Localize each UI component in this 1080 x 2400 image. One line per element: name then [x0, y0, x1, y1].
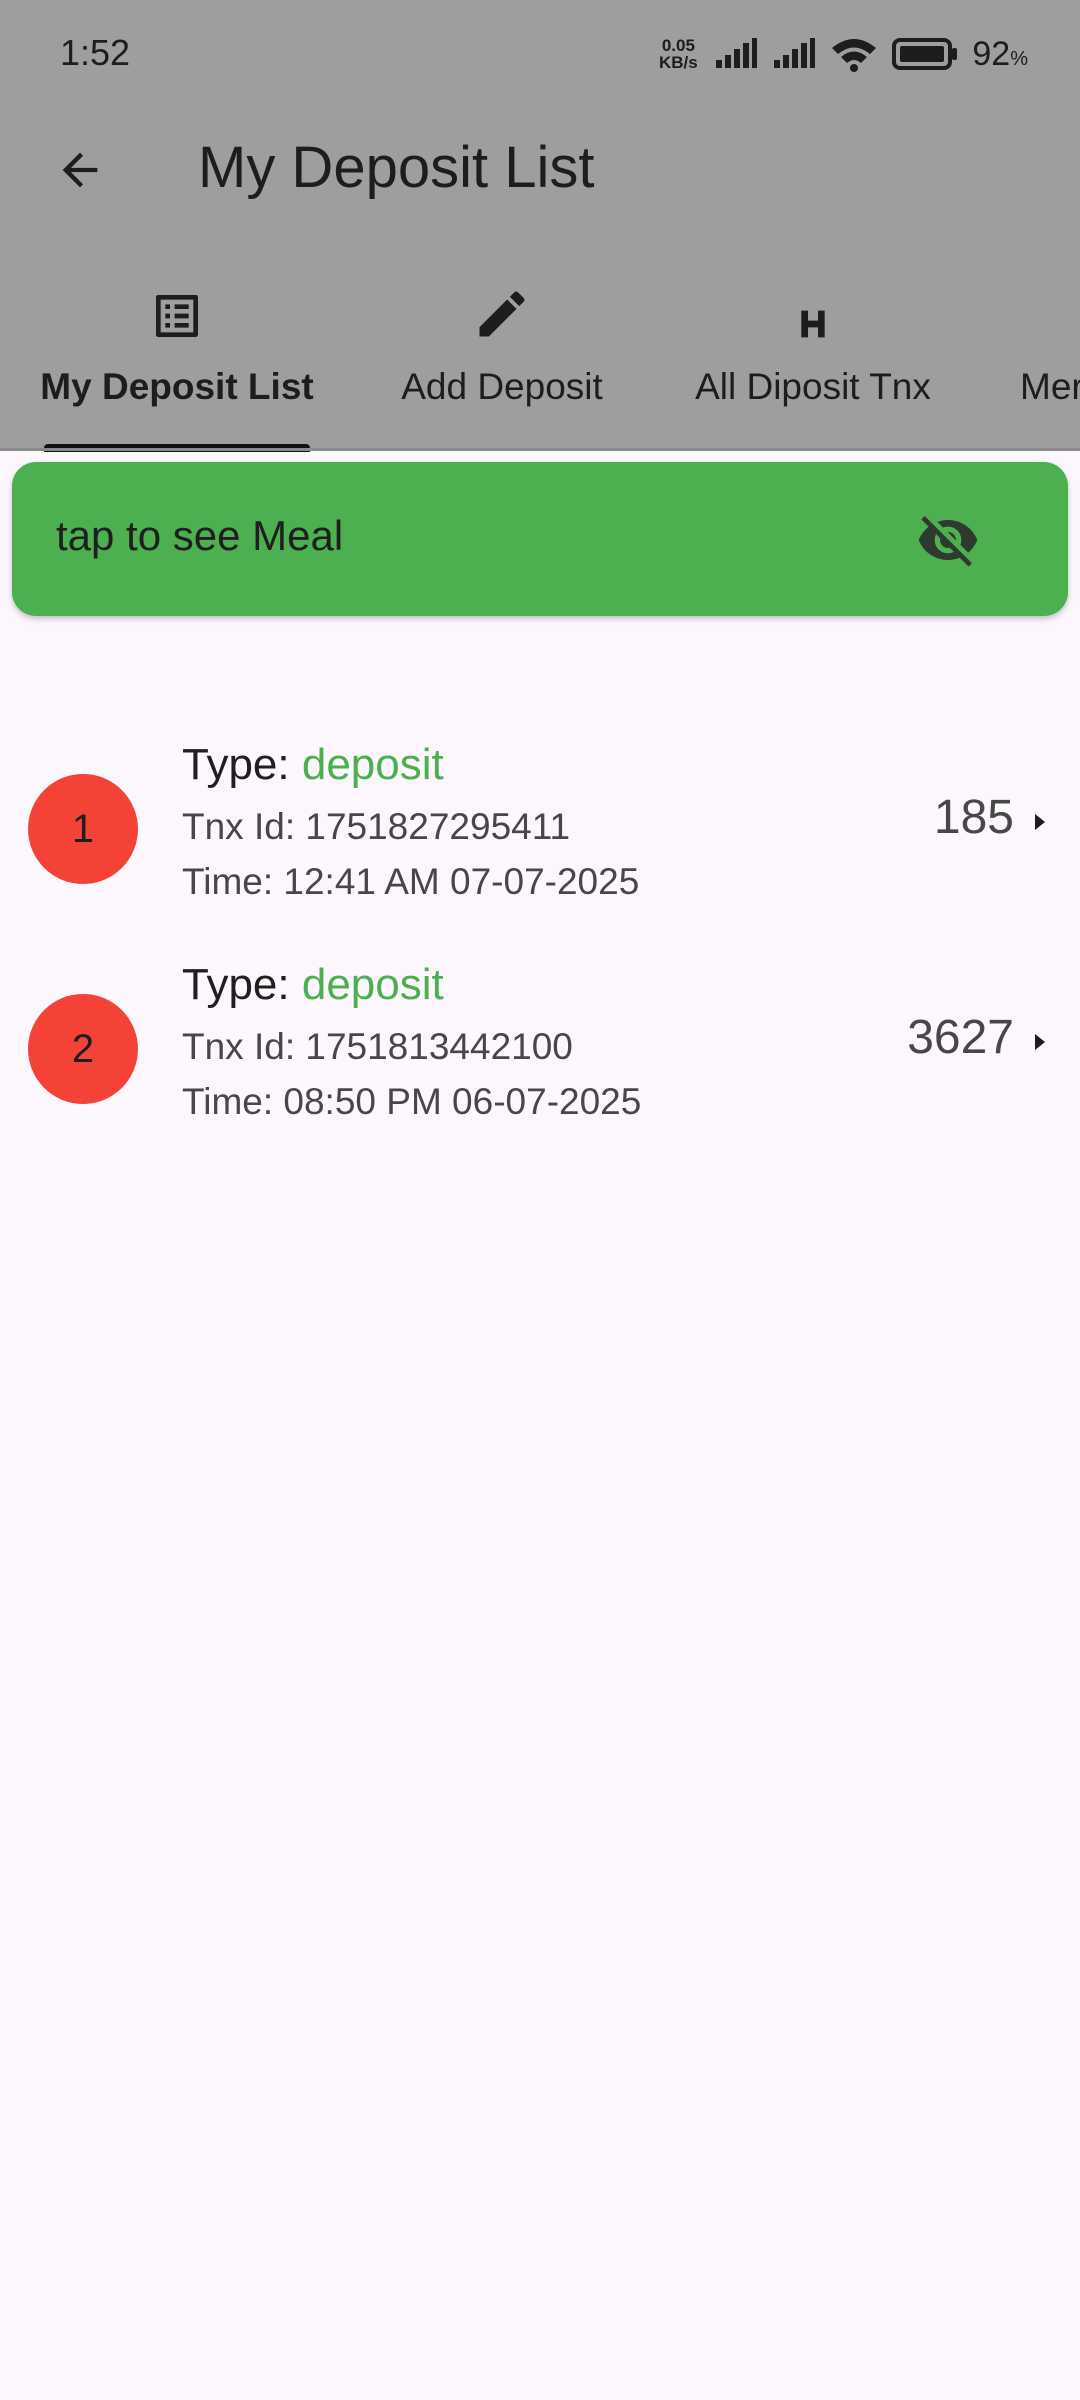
tab-my-deposit-list[interactable]: My Deposit List — [40, 280, 314, 450]
battery-percent: 92% — [972, 34, 1028, 73]
tab-label: Mer — [1020, 366, 1080, 407]
tab-all-deposit-tnx[interactable]: All Diposit Tnx — [688, 280, 938, 450]
arrow-right-icon — [1028, 1026, 1052, 1058]
item-tnx-id: Tnx Id: 1751827295411 — [182, 806, 571, 847]
index-avatar: 2 — [28, 994, 138, 1104]
tab-label: All Diposit Tnx — [695, 366, 931, 407]
h-icon — [801, 310, 825, 338]
signal-icon-2 — [772, 38, 816, 70]
network-speed-unit: KB/s — [659, 53, 698, 72]
header-divider — [0, 448, 1080, 451]
index-avatar: 1 — [28, 774, 138, 884]
tab-label: My Deposit List — [40, 366, 314, 407]
network-speed: 0.05 KB/s — [656, 37, 700, 71]
tab-partial[interactable]: Mer — [1020, 280, 1080, 450]
page-title: My Deposit List — [198, 135, 595, 200]
meal-banner[interactable]: tap to see Meal — [12, 462, 1068, 616]
item-time: Time: 12:41 AM 07-07-2025 — [182, 861, 640, 902]
item-amount: 185 — [933, 791, 1014, 844]
status-icons: 0.05 KB/s 92% — [656, 30, 1028, 78]
wifi-icon — [830, 36, 878, 72]
top-header: 1:52 0.05 KB/s 92% My Deposit List My De… — [0, 0, 1080, 452]
signal-icon — [714, 38, 758, 70]
list-item[interactable]: 2 Type: deposit Tnx Id: 1751813442100 Ti… — [0, 960, 1080, 1160]
tab-label: Add Deposit — [401, 366, 603, 407]
arrow-right-icon — [1028, 806, 1052, 838]
item-type: Type: deposit — [182, 960, 444, 1009]
tab-bar: My Deposit List Add Deposit All Diposit … — [0, 280, 1080, 452]
eye-off-icon[interactable] — [912, 504, 984, 576]
app-bar: My Deposit List — [0, 110, 1080, 230]
back-button[interactable] — [40, 130, 120, 210]
item-time: Time: 08:50 PM 06-07-2025 — [182, 1081, 642, 1122]
arrow-back-icon — [62, 152, 98, 188]
tab-add-deposit[interactable]: Add Deposit — [392, 280, 612, 450]
pencil-icon — [479, 291, 525, 337]
battery-icon — [892, 37, 958, 71]
list-item[interactable]: 1 Type: deposit Tnx Id: 1751827295411 Ti… — [0, 740, 1080, 940]
status-time: 1:52 — [60, 32, 131, 73]
status-bar: 1:52 0.05 KB/s 92% — [0, 0, 1080, 110]
item-type: Type: deposit — [182, 740, 444, 789]
item-tnx-id: Tnx Id: 1751813442100 — [182, 1026, 573, 1067]
network-speed-value: 0.05 — [661, 36, 695, 55]
meal-banner-text: tap to see Meal — [56, 512, 344, 559]
list-icon — [156, 295, 198, 337]
item-amount: 3627 — [907, 1011, 1014, 1064]
